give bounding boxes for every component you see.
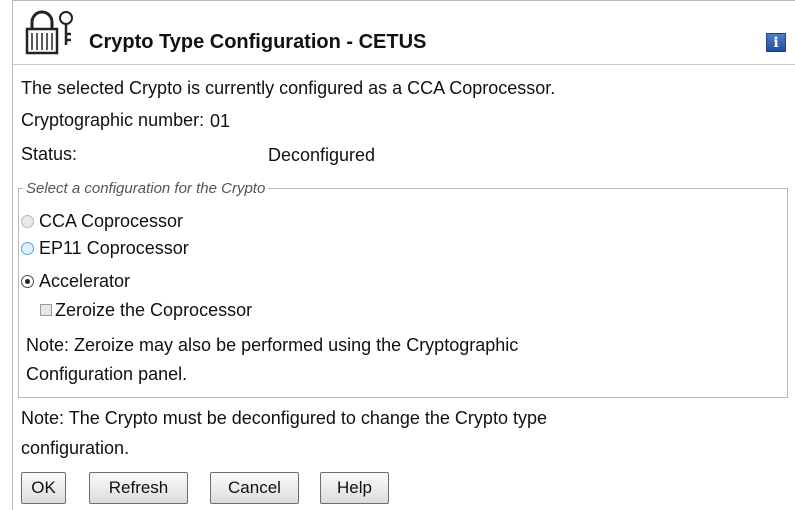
help-button[interactable]: Help (320, 472, 389, 504)
radio-label: Accelerator (39, 270, 131, 291)
configuration-legend: Select a configuration for the Crypto (26, 180, 266, 197)
zeroize-note-line2: Configuration panel. (26, 364, 188, 384)
radio-button[interactable] (21, 241, 34, 255)
radio-cca-coprocessor[interactable]: CCA Coprocessor (21, 209, 183, 233)
crypto-number-value: 01 (210, 111, 231, 131)
ok-button[interactable]: OK (21, 472, 66, 504)
lock-key-icon (25, 10, 73, 55)
radio-button[interactable] (21, 214, 34, 228)
status-value: Deconfigured (268, 145, 376, 165)
title-bar: Crypto Type Configuration - CETUS i (13, 1, 795, 65)
dialog-title: Crypto Type Configuration - CETUS (89, 31, 427, 53)
zeroize-label: Zeroize the Coprocessor (55, 299, 253, 320)
footer-note-line1: Note: The Crypto must be deconfigured to… (21, 408, 547, 428)
radio-accelerator[interactable]: Accelerator (21, 269, 130, 293)
crypto-number-label: Cryptographic number: (21, 110, 205, 130)
radio-button[interactable] (21, 274, 34, 288)
current-config-text: The selected Crypto is currently configu… (21, 78, 556, 98)
footer-note-line2: configuration. (21, 438, 130, 458)
zeroize-checkbox[interactable] (40, 304, 52, 316)
radio-label: CCA Coprocessor (39, 210, 184, 231)
zeroize-checkbox-row[interactable]: Zeroize the Coprocessor (40, 298, 252, 322)
info-icon[interactable]: i (766, 33, 786, 52)
zeroize-note-line1: Note: Zeroize may also be performed usin… (26, 335, 519, 355)
cancel-button[interactable]: Cancel (210, 472, 299, 504)
radio-ep11-coprocessor[interactable]: EP11 Coprocessor (21, 236, 189, 260)
radio-label: EP11 Coprocessor (39, 237, 189, 258)
refresh-button[interactable]: Refresh (89, 472, 188, 504)
status-label: Status: (21, 144, 78, 164)
